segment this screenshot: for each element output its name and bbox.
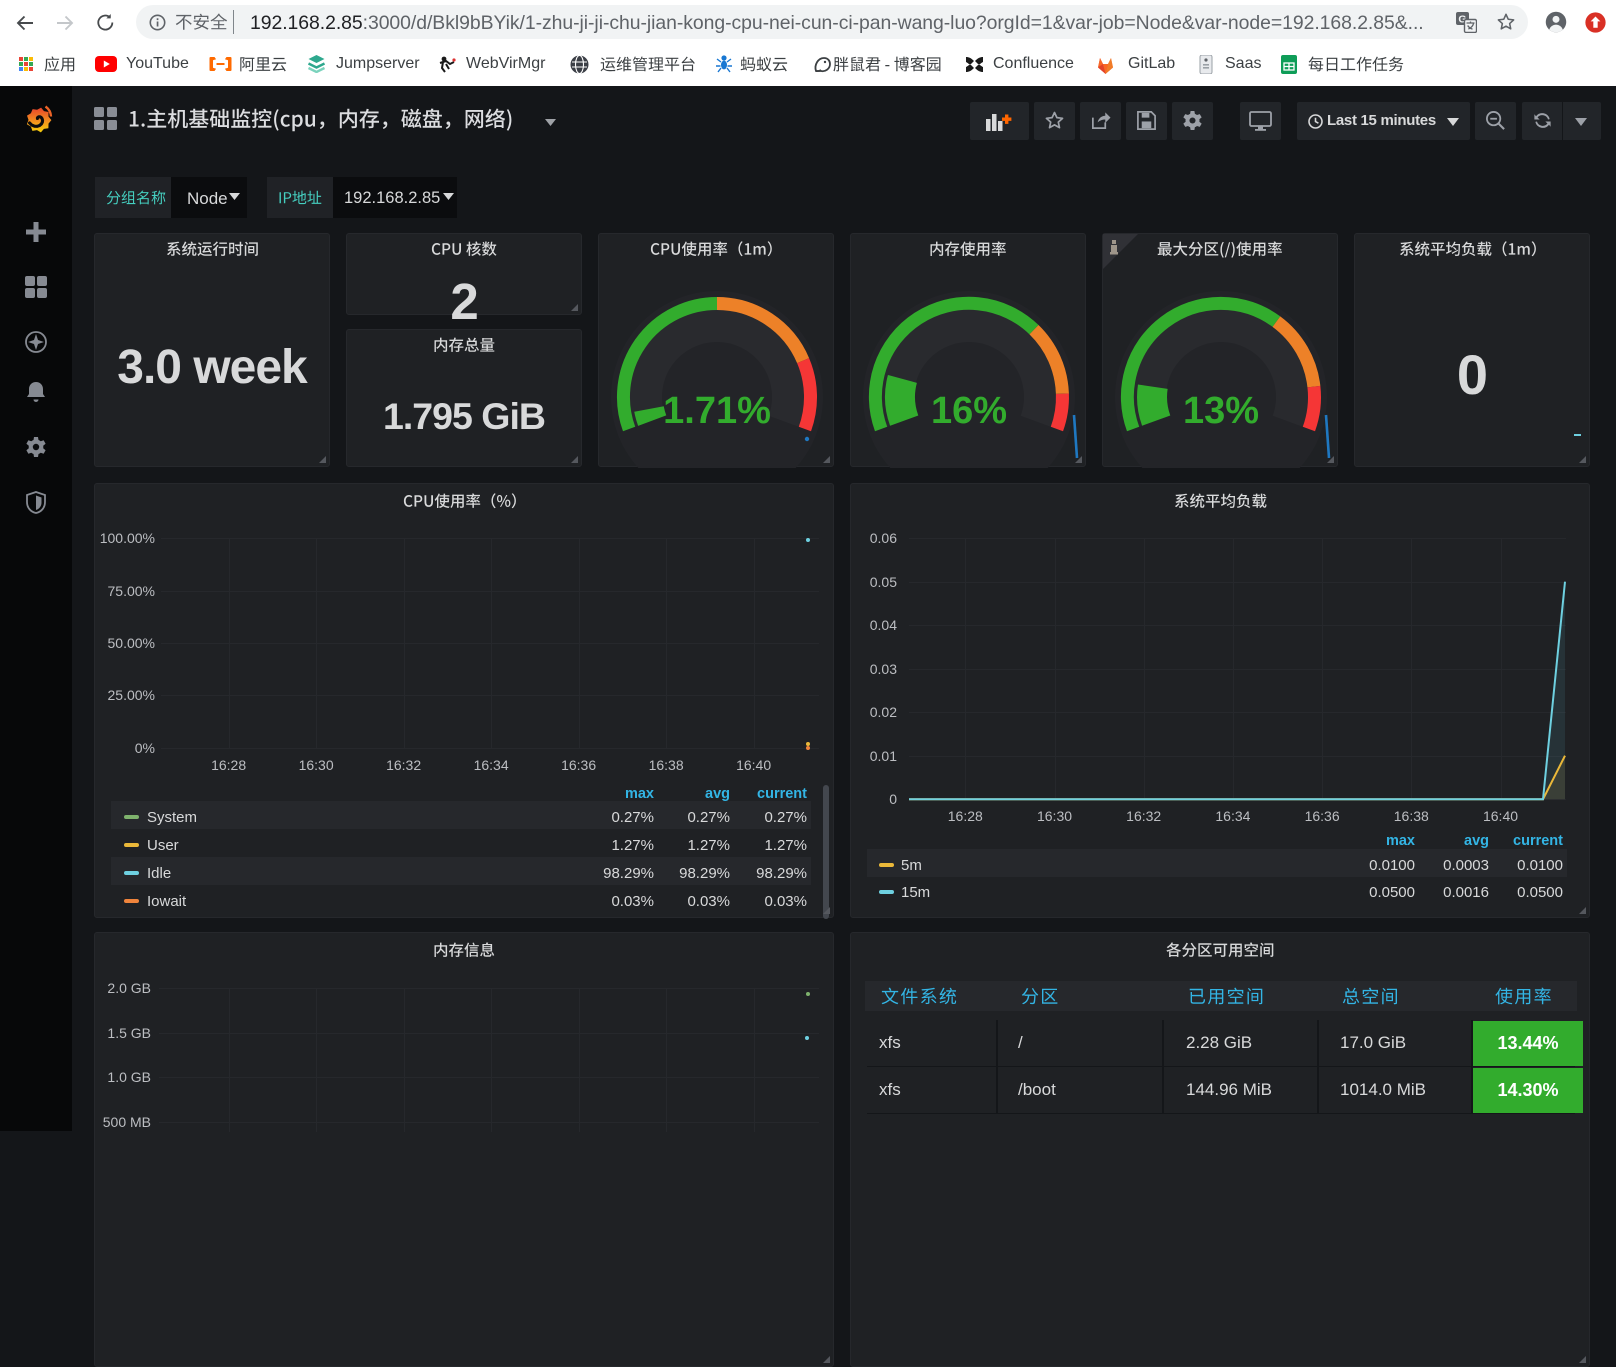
svg-text:13%: 13% xyxy=(1183,390,1259,432)
svg-text:1.71%: 1.71% xyxy=(663,390,771,432)
svg-text:16%: 16% xyxy=(931,390,1007,432)
